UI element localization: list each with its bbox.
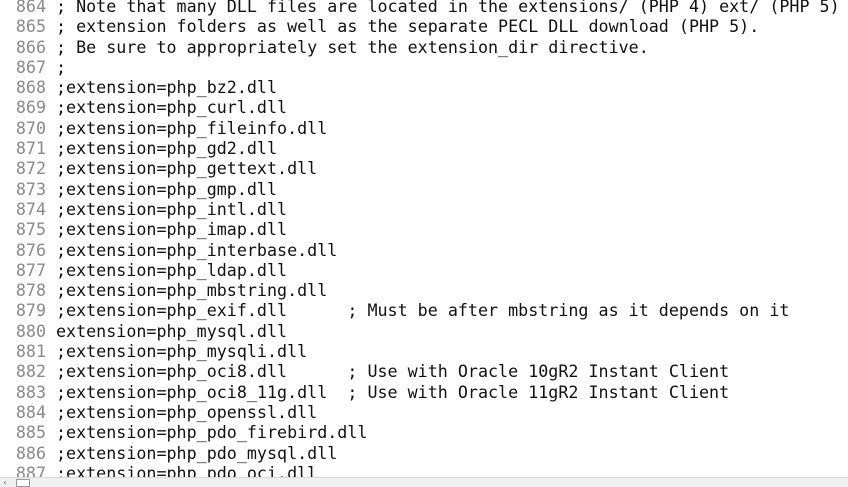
code-line[interactable]: 872 ;extension=php_gettext.dll xyxy=(0,158,848,178)
line-text[interactable]: extension=php_mysql.dll xyxy=(56,321,287,341)
line-number: 885 xyxy=(15,422,46,443)
line-number: 866 xyxy=(15,36,46,57)
code-line[interactable]: 866 ; Be sure to appropriately set the ex… xyxy=(0,37,848,57)
line-number: 877 xyxy=(15,259,46,280)
code-line[interactable]: 868 ;extension=php_bz2.dll xyxy=(0,77,848,97)
line-text[interactable]: ;extension=php_exif.dll ; Must be after … xyxy=(56,300,789,320)
line-number: 876 xyxy=(15,239,46,260)
line-text[interactable]: ;extension=php_mysqli.dll xyxy=(56,341,307,361)
code-line[interactable]: 873 ;extension=php_gmp.dll xyxy=(0,179,848,199)
line-number: 875 xyxy=(15,219,46,240)
line-number: 864 xyxy=(15,0,46,16)
chevron-left-icon[interactable]: ‹ xyxy=(0,478,10,487)
line-text[interactable]: ;extension=php_gettext.dll xyxy=(56,158,317,178)
code-line[interactable]: 882 ;extension=php_oci8.dll ; Use with Or… xyxy=(0,361,848,381)
line-number: 865 xyxy=(15,16,46,37)
line-number: 882 xyxy=(15,361,46,382)
line-number: 874 xyxy=(15,198,46,219)
code-line[interactable]: 883 ;extension=php_oci8_11g.dll ; Use wit… xyxy=(0,382,848,402)
code-line[interactable]: 878 ;extension=php_mbstring.dll xyxy=(0,280,848,300)
code-line[interactable]: 874 ;extension=php_intl.dll xyxy=(0,199,848,219)
line-text[interactable]: ;extension=php_pdo_mysql.dll xyxy=(56,443,337,463)
line-number: 870 xyxy=(15,117,46,138)
line-text[interactable]: ;extension=php_imap.dll xyxy=(56,219,287,239)
code-line[interactable]: 880 extension=php_mysql.dll xyxy=(0,321,848,341)
line-text[interactable]: ;extension=php_curl.dll xyxy=(56,97,287,117)
line-number: 878 xyxy=(15,280,46,301)
line-text[interactable]: ; xyxy=(56,57,66,77)
line-number: 879 xyxy=(15,300,46,321)
line-text[interactable]: ;extension=php_oci8_11g.dll ; Use with O… xyxy=(56,382,729,402)
line-text[interactable]: ;extension=php_fileinfo.dll xyxy=(56,118,327,138)
code-editor[interactable]: 864 ; Note that many DLL files are locate… xyxy=(0,0,848,487)
line-text[interactable]: ;extension=php_openssl.dll xyxy=(56,402,317,422)
scrollbar-thumb[interactable] xyxy=(16,479,30,487)
code-line[interactable]: 864 ; Note that many DLL files are locate… xyxy=(0,0,848,16)
line-text[interactable]: ;extension=php_intl.dll xyxy=(56,199,287,219)
line-number: 871 xyxy=(15,138,46,159)
line-text[interactable]: ;extension=php_bz2.dll xyxy=(56,77,277,97)
line-text[interactable]: ;extension=php_ldap.dll xyxy=(56,260,287,280)
line-text[interactable]: ; extension folders as well as the separ… xyxy=(56,16,759,36)
line-text[interactable]: ; Note that many DLL files are located i… xyxy=(56,0,840,16)
horizontal-scrollbar[interactable]: ‹ xyxy=(0,477,848,487)
line-text[interactable]: ;extension=php_pdo_firebird.dll xyxy=(56,422,367,442)
code-lines: 864 ; Note that many DLL files are locate… xyxy=(0,0,848,483)
line-number: 880 xyxy=(15,320,46,341)
line-text[interactable]: ;extension=php_gmp.dll xyxy=(56,179,277,199)
code-line[interactable]: 884 ;extension=php_openssl.dll xyxy=(0,402,848,422)
line-text[interactable]: ;extension=php_gd2.dll xyxy=(56,138,277,158)
line-number: 872 xyxy=(15,158,46,179)
code-line[interactable]: 870 ;extension=php_fileinfo.dll xyxy=(0,118,848,138)
code-line[interactable]: 877 ;extension=php_ldap.dll xyxy=(0,260,848,280)
code-line[interactable]: 869 ;extension=php_curl.dll xyxy=(0,97,848,117)
line-number: 869 xyxy=(15,97,46,118)
line-number: 881 xyxy=(15,341,46,362)
line-number: 883 xyxy=(15,381,46,402)
code-line[interactable]: 871 ;extension=php_gd2.dll xyxy=(0,138,848,158)
line-text[interactable]: ;extension=php_oci8.dll ; Use with Oracl… xyxy=(56,361,729,381)
code-line[interactable]: 885 ;extension=php_pdo_firebird.dll xyxy=(0,422,848,442)
code-line[interactable]: 876 ;extension=php_interbase.dll xyxy=(0,240,848,260)
code-line[interactable]: 886 ;extension=php_pdo_mysql.dll xyxy=(0,443,848,463)
line-number: 868 xyxy=(15,77,46,98)
line-number: 884 xyxy=(15,401,46,422)
line-text[interactable]: ;extension=php_interbase.dll xyxy=(56,240,337,260)
line-text[interactable]: ; Be sure to appropriately set the exten… xyxy=(56,37,649,57)
code-line[interactable]: 867; xyxy=(0,57,848,77)
code-line[interactable]: 879 ;extension=php_exif.dll ; Must be aft… xyxy=(0,300,848,320)
code-line[interactable]: 865 ; extension folders as well as the se… xyxy=(0,16,848,36)
line-text[interactable]: ;extension=php_mbstring.dll xyxy=(56,280,327,300)
line-number: 886 xyxy=(15,442,46,463)
code-line[interactable]: 875 ;extension=php_imap.dll xyxy=(0,219,848,239)
code-line[interactable]: 881 ;extension=php_mysqli.dll xyxy=(0,341,848,361)
line-number: 867 xyxy=(15,56,46,77)
line-number: 873 xyxy=(15,178,46,199)
